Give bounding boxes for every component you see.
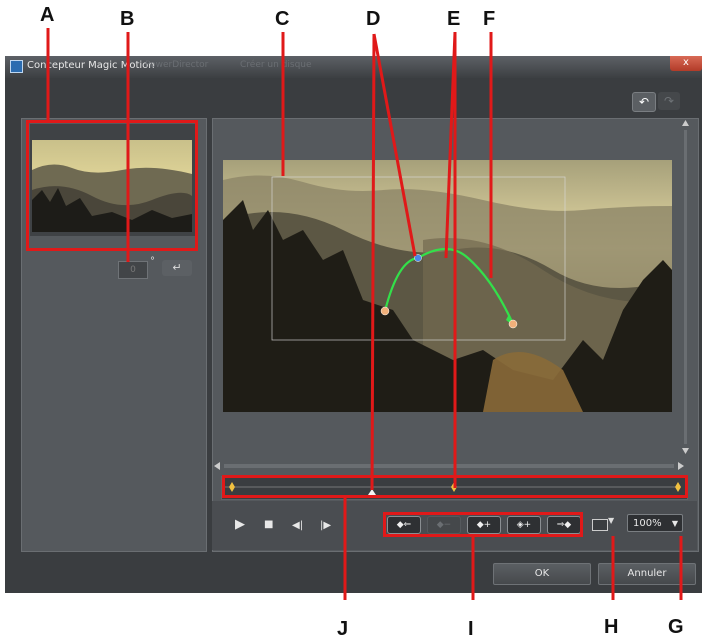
background-window-title: Créer un disque xyxy=(240,60,312,70)
previous-frame-button[interactable]: ◀| xyxy=(292,518,303,534)
callout-i: I xyxy=(468,618,474,640)
undo-button[interactable]: ↶ xyxy=(632,92,656,112)
aspect-ratio-dropdown-icon[interactable]: ▼ xyxy=(608,516,614,525)
callout-f: F xyxy=(483,8,496,30)
play-button[interactable]: ▶ xyxy=(235,517,245,533)
app-icon xyxy=(10,60,23,73)
preview-canvas[interactable] xyxy=(223,160,672,412)
callout-j: J xyxy=(337,618,349,640)
callout-h: H xyxy=(604,616,619,638)
callout-g: G xyxy=(668,616,684,638)
zoom-value: 100% xyxy=(633,518,662,529)
apply-rotation-button[interactable]: ↵ xyxy=(162,260,192,276)
callout-e: E xyxy=(447,8,461,30)
horizontal-scrollbar[interactable] xyxy=(214,461,684,471)
path-end-point xyxy=(508,319,518,329)
callout-box-j xyxy=(222,475,688,498)
callout-c: C xyxy=(275,8,290,30)
ok-button[interactable]: OK xyxy=(493,563,591,585)
rotation-input[interactable]: 0 xyxy=(118,261,148,279)
redo-button[interactable]: ↷ xyxy=(658,92,680,110)
zoom-select[interactable]: 100% ▼ xyxy=(627,514,683,532)
cancel-button[interactable]: Annuler xyxy=(598,563,696,585)
close-button[interactable]: x xyxy=(670,56,702,71)
title-bar: Concepteur Magic Motion PowerDirector Cr… xyxy=(5,56,702,78)
path-control-point xyxy=(414,254,422,262)
path-start-point xyxy=(380,306,390,316)
degree-label: ° xyxy=(150,256,155,267)
stop-button[interactable]: ■ xyxy=(264,517,273,533)
callout-box-a xyxy=(26,120,198,251)
zoom-dropdown-icon[interactable]: ▼ xyxy=(672,515,678,533)
vertical-scrollbar[interactable] xyxy=(681,118,690,458)
callout-box-i xyxy=(383,512,583,537)
next-frame-button[interactable]: |▶ xyxy=(320,518,331,534)
aspect-ratio-icon[interactable] xyxy=(592,519,608,531)
callout-d: D xyxy=(366,8,381,30)
background-window-title: PowerDirector xyxy=(145,60,209,70)
window-title: Concepteur Magic Motion xyxy=(27,60,155,71)
callout-b: B xyxy=(120,8,135,30)
callout-a: A xyxy=(40,4,55,26)
